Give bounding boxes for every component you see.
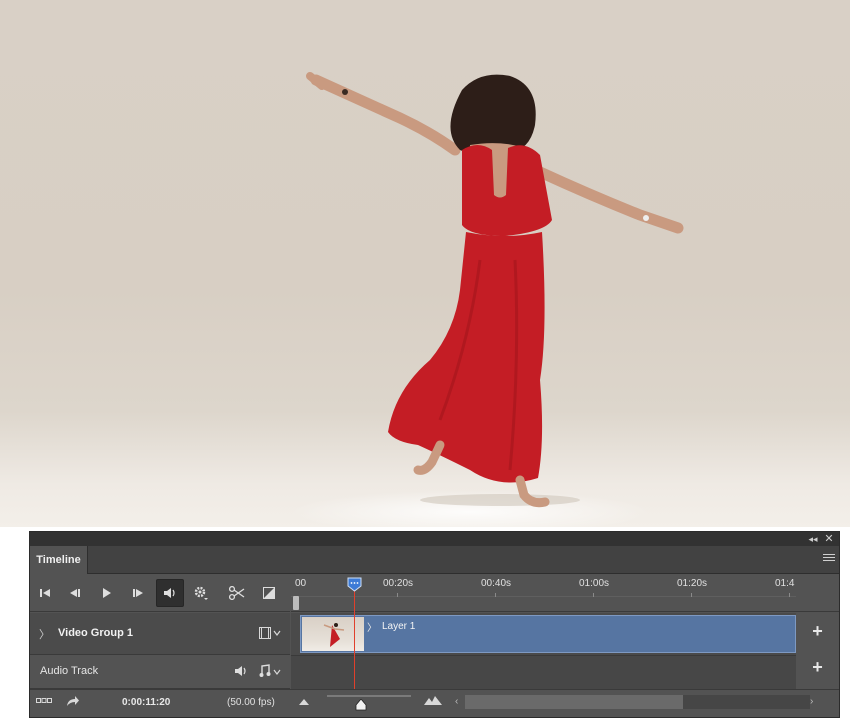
playback-controls bbox=[30, 574, 290, 612]
ruler-divider bbox=[291, 596, 796, 597]
skip-start-icon bbox=[40, 589, 50, 597]
tick-mark bbox=[495, 593, 496, 597]
tick-label: 00:40s bbox=[481, 578, 512, 589]
play-icon bbox=[103, 588, 111, 598]
tick-mark bbox=[789, 593, 790, 597]
playhead-handle[interactable] bbox=[347, 577, 362, 592]
double-arrow-icon[interactable]: ◂◂ bbox=[807, 532, 819, 546]
tick-label: 01:4 bbox=[775, 578, 795, 589]
expand-chevron-icon[interactable]: 〉 bbox=[39, 626, 50, 642]
zoom-slider-thumb[interactable] bbox=[355, 699, 367, 711]
go-to-first-frame-button[interactable] bbox=[31, 579, 59, 607]
audio-track-lane[interactable] bbox=[291, 655, 796, 689]
canvas-photo bbox=[0, 0, 850, 527]
tick-label: 00 bbox=[295, 578, 307, 589]
current-time: 0:00:11:20 bbox=[122, 697, 171, 708]
dancer-figure bbox=[306, 72, 684, 508]
zoom-slider-track[interactable] bbox=[327, 695, 411, 697]
playhead-line bbox=[354, 590, 355, 689]
add-media-button[interactable]: + bbox=[796, 621, 839, 642]
tab-timeline[interactable]: Timeline bbox=[30, 546, 88, 574]
audio-track-label: Audio Track bbox=[40, 665, 99, 677]
scissors-icon bbox=[229, 586, 245, 600]
transition-button[interactable] bbox=[255, 579, 283, 607]
clip-label: Layer 1 bbox=[382, 621, 416, 632]
next-frame-button[interactable] bbox=[124, 579, 152, 607]
video-group-header[interactable]: 〉 Video Group 1 bbox=[30, 613, 290, 655]
render-video-icon[interactable] bbox=[66, 695, 80, 707]
step-back-icon bbox=[70, 589, 80, 597]
tick-label: 00:20s bbox=[383, 578, 414, 589]
tick-mark bbox=[593, 593, 594, 597]
clip-expand-chevron-icon[interactable]: 〉 bbox=[367, 619, 377, 634]
tab-bar: Timeline bbox=[30, 546, 839, 574]
horizontal-scrollbar[interactable] bbox=[465, 695, 810, 709]
scroll-right-arrow-icon[interactable]: › bbox=[810, 696, 813, 707]
film-icon[interactable] bbox=[259, 627, 283, 639]
timeline-panel: ◂◂ ✕ Timeline 00 00:20s 00:40s 01:00s 01… bbox=[29, 531, 840, 718]
frame-rate: (50.00 fps) bbox=[227, 697, 275, 708]
zoom-out-icon[interactable] bbox=[299, 699, 309, 705]
ruler-spacer bbox=[796, 574, 839, 612]
video-group-label: Video Group 1 bbox=[58, 627, 133, 639]
speaker-icon bbox=[164, 588, 175, 598]
add-audio-button[interactable]: + bbox=[796, 657, 839, 678]
work-area-start-handle[interactable] bbox=[293, 596, 299, 610]
scrollbar-thumb[interactable] bbox=[465, 695, 683, 709]
panel-menu-icon[interactable] bbox=[823, 554, 835, 564]
music-note-icon[interactable] bbox=[259, 664, 283, 678]
video-track-lane[interactable]: 〉 Layer 1 bbox=[291, 613, 796, 655]
close-icon[interactable]: ✕ bbox=[823, 532, 835, 546]
settings-button[interactable] bbox=[187, 579, 215, 607]
zoom-in-icon[interactable] bbox=[424, 696, 442, 705]
time-ruler[interactable]: 00 00:20s 00:40s 01:00s 01:20s 01:4 bbox=[291, 574, 796, 612]
step-forward-icon bbox=[133, 589, 143, 597]
tick-mark bbox=[397, 593, 398, 597]
audio-track-header[interactable]: Audio Track bbox=[30, 655, 290, 689]
timeline-footer: 0:00:11:20 (50.00 fps) ‹ › bbox=[30, 689, 839, 717]
gear-icon bbox=[194, 586, 208, 600]
scroll-left-arrow-icon[interactable]: ‹ bbox=[455, 696, 458, 707]
tick-label: 01:20s bbox=[677, 578, 708, 589]
tick-label: 01:00s bbox=[579, 578, 610, 589]
tick-mark bbox=[691, 593, 692, 597]
speaker-icon[interactable] bbox=[234, 665, 248, 677]
video-clip-layer-1[interactable]: 〉 Layer 1 bbox=[300, 615, 796, 653]
transition-icon bbox=[263, 587, 275, 599]
add-media-column: + + bbox=[796, 613, 839, 689]
previous-frame-button[interactable] bbox=[61, 579, 89, 607]
panel-title-strip: ◂◂ ✕ bbox=[30, 532, 839, 546]
mute-audio-button[interactable] bbox=[156, 579, 184, 607]
split-at-playhead-button[interactable] bbox=[223, 579, 251, 607]
play-button[interactable] bbox=[93, 579, 121, 607]
frame-animation-icon[interactable] bbox=[36, 697, 52, 705]
